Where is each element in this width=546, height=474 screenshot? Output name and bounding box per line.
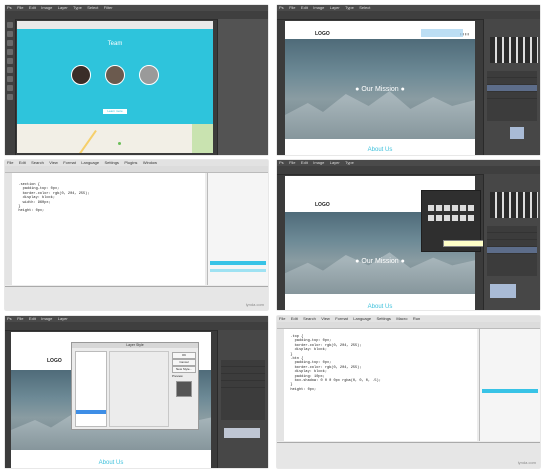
map-footer: [17, 124, 213, 153]
document-canvas[interactable]: LOGO ▮ ▮ ▮ ▮ ● Our Mission ● About Us: [285, 21, 475, 155]
screenshot-6-code-editor: File Edit Search View Format Language Se…: [277, 316, 540, 468]
learn-more-button[interactable]: Learn more: [103, 109, 127, 114]
mission-text: Our Mission: [361, 86, 399, 93]
screenshot-2-photoshop-mission: Ps File Edit Image Layer Type Select LOG…: [277, 5, 540, 155]
code-area[interactable]: .section { padding-top: 0px; border-colo…: [5, 173, 205, 285]
site-logo: LOGO: [47, 358, 62, 364]
editor-toolbar: [5, 166, 268, 173]
code-block: .top { padding-top: 0px; border-color: r…: [286, 335, 381, 392]
hand-tool-icon[interactable]: [7, 85, 13, 91]
css-sidebar: [479, 329, 540, 441]
screenshot-1-photoshop-team: Ps File Edit Image Layer Type Select Fil…: [5, 5, 268, 155]
style-preview: [176, 381, 192, 397]
line-gutter: [277, 329, 284, 441]
layer-row[interactable]: [487, 226, 537, 233]
screenshot-3-code-editor: File Edit Search View Format Language Se…: [5, 160, 268, 310]
avatar: [139, 65, 159, 85]
layer-style-dialog[interactable]: Layer Style OK Cancel New Style... Previ…: [71, 342, 199, 430]
crop-tool-icon[interactable]: [7, 49, 13, 55]
layer-row-selected[interactable]: [487, 85, 537, 92]
layer-row[interactable]: [487, 240, 537, 247]
screenshot-5-layer-style: Ps File Edit Image Layer LOGO About Us L…: [5, 316, 268, 468]
team-section: Team Learn more: [17, 29, 213, 124]
code-area[interactable]: .top { padding-top: 0px; border-color: r…: [277, 329, 477, 441]
map-pin-icon: [118, 142, 121, 145]
layer-list[interactable]: [487, 71, 537, 121]
styles-list-selected[interactable]: [76, 410, 106, 414]
brush-tool-icon[interactable]: [7, 58, 13, 64]
right-panels: [217, 19, 268, 155]
find-results-panel: [277, 442, 540, 468]
about-heading: About Us: [98, 460, 124, 466]
team-heading: Team: [107, 41, 123, 47]
avatar: [105, 65, 125, 85]
dialog-title: Layer Style: [72, 343, 198, 348]
layers-panel: [217, 330, 268, 468]
layer-row[interactable]: [487, 71, 537, 78]
code-block: .section { padding-top: 0px; border-colo…: [14, 183, 89, 214]
type-tool-icon[interactable]: [7, 76, 13, 82]
layer-row[interactable]: [221, 381, 265, 388]
layer-list[interactable]: [221, 360, 265, 420]
watermark: lynda.com: [245, 302, 264, 307]
layer-thumbnail: [510, 127, 524, 139]
zoom-tool-icon[interactable]: [7, 94, 13, 100]
move-tool-icon[interactable]: [7, 22, 13, 28]
swatches-grid: [490, 192, 538, 218]
site-logo: LOGO: [315, 202, 330, 208]
layer-row[interactable]: [221, 360, 265, 367]
layers-panel: [483, 19, 540, 155]
layer-row[interactable]: [487, 78, 537, 85]
layer-thumbnail: [224, 428, 260, 438]
layer-row[interactable]: [221, 374, 265, 381]
line-gutter: [5, 173, 12, 285]
screenshot-4-photoshop-menu: Ps File Edit Image Layer Type LOGO ▮ ▮ ▮…: [277, 160, 540, 310]
layer-thumbnail: [490, 284, 516, 298]
sidebar-highlight: [210, 261, 266, 265]
selection-highlight: [421, 29, 463, 37]
dialog-settings[interactable]: [109, 351, 169, 427]
tooltip: [443, 240, 487, 247]
editor-toolbar: [277, 322, 540, 329]
lasso-tool-icon[interactable]: [7, 40, 13, 46]
styles-list[interactable]: [75, 351, 107, 427]
about-heading: About Us: [367, 147, 393, 153]
mission-heading: ● Our Mission ●: [355, 86, 405, 93]
layer-row[interactable]: [487, 233, 537, 240]
layers-panel: [483, 174, 540, 310]
layer-row[interactable]: [487, 92, 537, 99]
mission-heading: ● Our Mission ●: [355, 258, 405, 265]
cancel-button[interactable]: Cancel: [172, 359, 196, 366]
code-line: height: 0px;: [286, 387, 317, 392]
eraser-tool-icon[interactable]: [7, 67, 13, 73]
mission-text: Our Mission: [361, 258, 399, 265]
css-sidebar: [207, 173, 268, 285]
layer-list[interactable]: [487, 226, 537, 276]
code-line: box-shadow: 0 0 0 0px rgba(0, 0, 0, .5);: [286, 379, 381, 384]
sidebar-highlight: [482, 389, 538, 393]
marquee-tool-icon[interactable]: [7, 31, 13, 37]
menu-swatch-row[interactable]: [428, 205, 474, 211]
sidebar-highlight: [210, 269, 266, 272]
menu-swatch-row[interactable]: [428, 215, 474, 221]
ok-button[interactable]: OK: [172, 352, 196, 359]
preview-checkbox[interactable]: Preview: [172, 374, 183, 378]
layer-row-selected[interactable]: [487, 247, 537, 254]
about-heading: About Us: [367, 304, 393, 310]
tools-panel: [5, 19, 16, 155]
map-park: [192, 124, 213, 153]
map-road: [79, 129, 97, 153]
new-style-button[interactable]: New Style...: [172, 366, 196, 373]
find-results-panel: [5, 286, 268, 310]
layer-row[interactable]: [221, 367, 265, 374]
code-line: height: 0px;: [14, 209, 45, 214]
swatches-grid: [490, 37, 538, 63]
avatar: [71, 65, 91, 85]
site-logo: LOGO: [315, 31, 330, 37]
watermark: lynda.com: [517, 460, 536, 465]
document-canvas[interactable]: Team Learn more: [17, 21, 213, 153]
